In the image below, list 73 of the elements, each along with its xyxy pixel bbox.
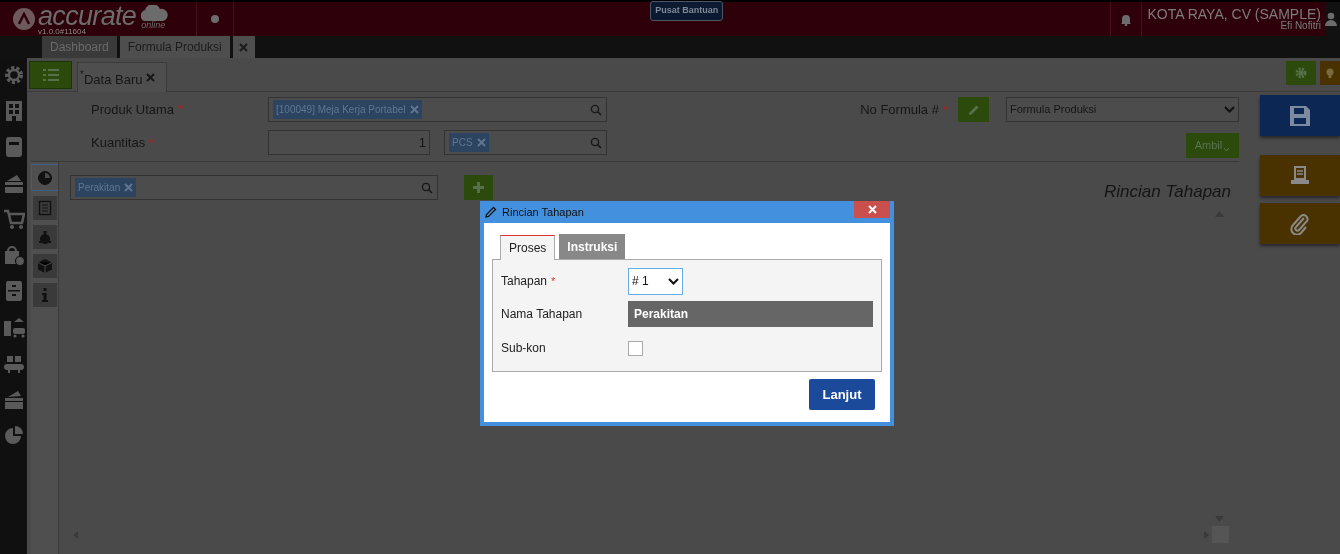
remove-icon [409,105,419,114]
cart-icon[interactable] [2,207,25,231]
print-button[interactable] [1260,155,1340,196]
plus-icon [473,182,484,194]
dot-icon[interactable] [211,15,219,23]
search-icon [590,136,602,149]
side-tab[interactable] [31,164,58,191]
bell-icon[interactable] [1119,12,1132,26]
help-button[interactable]: Pusat Bantuan [650,1,724,21]
lightbulb-icon [1325,67,1335,79]
continue-button[interactable]: Lanjut [809,379,875,410]
clock-icon [37,169,53,186]
settings-button[interactable] [1286,61,1316,85]
field-label: Nama Tahapan [501,305,583,323]
list-button[interactable] [29,61,72,89]
select-value: # 1 [632,273,649,290]
required-mark: * [551,273,556,289]
document-icon [37,200,53,216]
box-icon [37,258,53,274]
ambil-button[interactable]: Ambil [1186,133,1239,158]
checkbox[interactable] [628,340,643,356]
logo-subtext: online [141,20,166,30]
field-label: Tahapan [501,273,548,290]
tab[interactable]: Proses [500,235,556,260]
close-icon [867,205,877,214]
remove-icon [476,138,486,147]
paperclip-icon [1289,212,1311,235]
side-tab[interactable] [33,254,57,278]
chevron-down-icon [1224,106,1235,113]
user-name: Efi Nofitri [1280,21,1321,31]
dialog-title: Rincian Tahapan [502,204,584,220]
warehouse-icon[interactable] [2,315,25,339]
required-mark: * [178,100,184,119]
document-tab[interactable]: *Data Baru [77,62,167,92]
remove-icon [124,183,134,193]
company-name: KOTA RAYA, CV (SAMPLE) [1147,7,1321,21]
printer-icon [1289,164,1311,187]
list-icon [42,68,59,82]
pencil-icon [485,206,497,218]
shopping-bag-icon[interactable] [2,243,25,267]
close-icon [146,73,156,82]
search-icon [590,103,602,116]
field-label: Sub-kon [501,340,546,357]
settings-icon[interactable] [2,63,25,87]
cloud-icon [138,4,169,21]
unsaved-mark: * [80,69,84,80]
user-icon[interactable] [1325,12,1337,26]
tab-label: Data Baru [83,72,143,86]
version-text: v1.0.0#11604 [38,27,87,36]
side-tab[interactable] [33,196,57,220]
stage-select[interactable]: # 1 [628,267,683,295]
tab[interactable]: Instruksi [559,234,626,259]
attach-button[interactable] [1260,203,1340,244]
side-tab[interactable] [33,225,57,249]
close-icon [239,42,249,52]
close-tab-button[interactable] [232,36,255,58]
required-mark: * [942,100,948,119]
search-icon [421,181,433,194]
save-button[interactable] [1260,95,1340,136]
pencil-icon [967,103,980,116]
required-mark: * [149,133,155,152]
chevron-down-icon [668,277,679,285]
tips-button[interactable] [1320,61,1340,85]
logo-icon [12,7,36,31]
settings-icon [1295,67,1307,79]
close-button[interactable] [854,201,890,218]
field-value: Perakitan [634,305,689,323]
logo-text: accurate [38,2,137,30]
add-button[interactable] [464,175,493,201]
pie-chart-icon[interactable] [2,423,25,447]
chevron-down-icon [1223,147,1231,152]
side-tab[interactable] [33,283,57,307]
edit-button[interactable] [958,97,989,122]
